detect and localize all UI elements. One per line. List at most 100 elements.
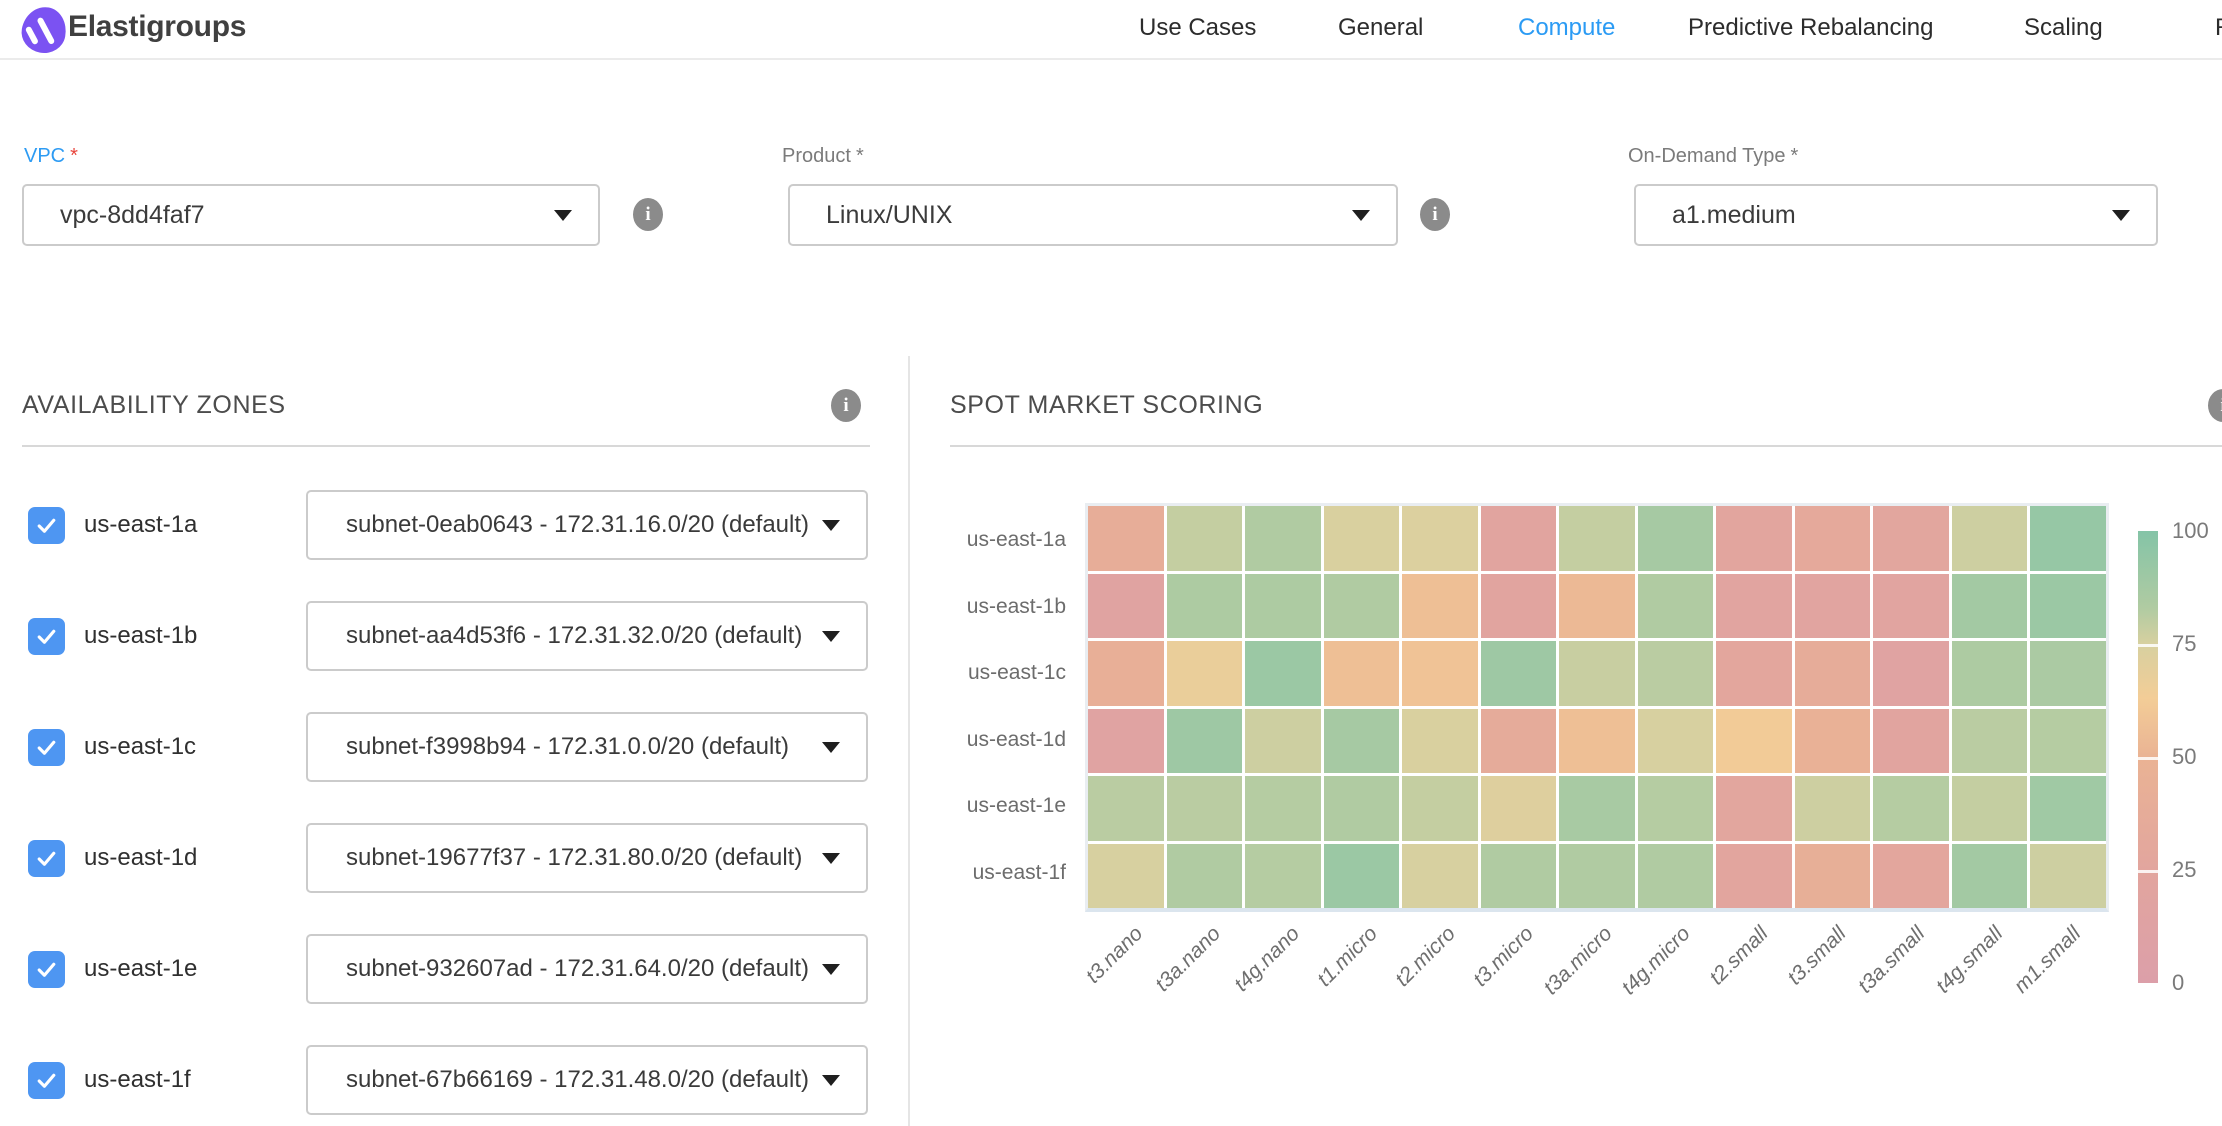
heatmap-cell-us-east-1e-t3a.micro: [1559, 776, 1635, 841]
heatmap-cell-us-east-1e-t4g.nano: [1245, 776, 1321, 841]
availability-zone-row: us-east-1f subnet-67b66169 - 172.31.48.0…: [0, 1045, 908, 1115]
heatmap-cell-us-east-1b-t2.small: [1716, 574, 1792, 639]
heatmap-cell-us-east-1e-t4g.micro: [1638, 776, 1714, 841]
product-info-icon[interactable]: i: [1420, 198, 1450, 231]
heatmap-cell-us-east-1c-t3.nano: [1088, 641, 1164, 706]
heatmap-cell-us-east-1b-t4g.small: [1952, 574, 2028, 639]
heatmap-col-label-t3a.small: t3a.small: [1854, 922, 1930, 998]
heatmap-row-label-us-east-1a: us-east-1a: [896, 527, 1066, 553]
heatmap-cell-us-east-1e-t3.micro: [1481, 776, 1557, 841]
heatmap-cell-us-east-1a-t4g.nano: [1245, 506, 1321, 571]
heatmap-cell-us-east-1f-t4g.small: [1952, 844, 2028, 909]
subnet-select[interactable]: subnet-f3998b94 - 172.31.0.0/20 (default…: [306, 712, 868, 782]
heatmap-cell-us-east-1f-t3a.micro: [1559, 844, 1635, 909]
heatmap-cell-us-east-1e-m1.small: [2030, 776, 2106, 841]
heatmap-colorbar: [2138, 531, 2158, 983]
heatmap-row-label-us-east-1b: us-east-1b: [896, 594, 1066, 620]
logo-slash-icon: [25, 26, 39, 46]
subnet-select[interactable]: subnet-67b66169 - 172.31.48.0/20 (defaul…: [306, 1045, 868, 1115]
checkmark-icon: [34, 846, 59, 871]
colorbar-tick-100: 100: [2172, 518, 2209, 544]
vpc-info-icon[interactable]: i: [633, 198, 663, 231]
heatmap-cell-us-east-1d-t3.nano: [1088, 709, 1164, 774]
heatmap-grid: [1088, 506, 2106, 908]
heatmap-cell-us-east-1d-t1.micro: [1324, 709, 1400, 774]
subnet-select[interactable]: subnet-0eab0643 - 172.31.16.0/20 (defaul…: [306, 490, 868, 560]
subnet-select-value: subnet-f3998b94 - 172.31.0.0/20 (default…: [346, 733, 822, 761]
tab-review[interactable]: Review: [2215, 0, 2222, 56]
heatmap-cell-us-east-1f-t3.small: [1795, 844, 1871, 909]
heatmap-cell-us-east-1a-t3a.nano: [1167, 506, 1243, 571]
colorbar-separator: [2138, 757, 2158, 760]
chevron-down-icon: [822, 1075, 840, 1086]
heatmap-cell-us-east-1b-t3.micro: [1481, 574, 1557, 639]
subnet-select[interactable]: subnet-aa4d53f6 - 172.31.32.0/20 (defaul…: [306, 601, 868, 671]
heatmap-cell-us-east-1d-t3a.small: [1873, 709, 1949, 774]
heatmap-cell-us-east-1d-m1.small: [2030, 709, 2106, 774]
zone-checkbox-us-east-1f[interactable]: [28, 1062, 65, 1099]
heatmap-cell-us-east-1d-t2.micro: [1402, 709, 1478, 774]
heatmap-cell-us-east-1f-t1.micro: [1324, 844, 1400, 909]
colorbar-tick-50: 50: [2172, 744, 2196, 770]
vpc-field-label: VPC*: [24, 145, 78, 168]
heatmap-col-label-t2.small: t2.small: [1705, 922, 1773, 990]
subnet-select[interactable]: subnet-19677f37 - 172.31.80.0/20 (defaul…: [306, 823, 868, 893]
heatmap-cell-us-east-1a-t2.micro: [1402, 506, 1478, 571]
heatmap-cell-us-east-1a-t3a.small: [1873, 506, 1949, 571]
tab-predictive-rebalancing[interactable]: Predictive Rebalancing: [1688, 0, 1933, 56]
availability-zone-row: us-east-1b subnet-aa4d53f6 - 172.31.32.0…: [0, 601, 908, 671]
heatmap-cell-us-east-1f-t2.micro: [1402, 844, 1478, 909]
chevron-down-icon: [1352, 210, 1370, 221]
heatmap-cell-us-east-1e-t3.small: [1795, 776, 1871, 841]
heatmap-cell-us-east-1b-t1.micro: [1324, 574, 1400, 639]
heatmap-cell-us-east-1b-t3a.small: [1873, 574, 1949, 639]
heatmap-cell-us-east-1f-t3a.nano: [1167, 844, 1243, 909]
heatmap-cell-us-east-1f-t3a.small: [1873, 844, 1949, 909]
heatmap-cell-us-east-1a-t3.small: [1795, 506, 1871, 571]
heatmap-col-label-t3.nano: t3.nano: [1081, 922, 1148, 989]
colorbar-tick-25: 25: [2172, 857, 2196, 883]
tab-compute[interactable]: Compute: [1518, 0, 1615, 56]
heatmap-cell-us-east-1c-t2.small: [1716, 641, 1792, 706]
checkmark-icon: [34, 513, 59, 538]
heatmap-cell-us-east-1a-t4g.micro: [1638, 506, 1714, 571]
heatmap-cell-us-east-1a-t1.micro: [1324, 506, 1400, 571]
zone-checkbox-us-east-1a[interactable]: [28, 507, 65, 544]
top-header-bar: Elastigroups Use Cases General Compute Pred…: [0, 0, 2222, 60]
heatmap-row-label-us-east-1d: us-east-1d: [896, 727, 1066, 753]
heatmap-cell-us-east-1a-t3.nano: [1088, 506, 1164, 571]
zone-name-label: us-east-1c: [84, 712, 196, 782]
checkmark-icon: [34, 735, 59, 760]
heatmap-cell-us-east-1c-t3.micro: [1481, 641, 1557, 706]
tab-general[interactable]: General: [1338, 0, 1423, 56]
availability-zones-info-icon[interactable]: i: [831, 389, 861, 422]
heatmap-cell-us-east-1e-t3a.small: [1873, 776, 1949, 841]
zone-name-label: us-east-1d: [84, 823, 197, 893]
tab-use-cases[interactable]: Use Cases: [1139, 0, 1256, 56]
heatmap-cell-us-east-1d-t3a.micro: [1559, 709, 1635, 774]
on-demand-type-select[interactable]: a1.medium: [1634, 184, 2158, 246]
zone-checkbox-us-east-1c[interactable]: [28, 729, 65, 766]
heatmap-col-label-t3a.nano: t3a.nano: [1151, 922, 1226, 997]
heatmap-cell-us-east-1c-t3a.micro: [1559, 641, 1635, 706]
colorbar-tick-0: 0: [2172, 970, 2184, 996]
vpc-select[interactable]: vpc-8dd4faf7: [22, 184, 600, 246]
subnet-select-value: subnet-aa4d53f6 - 172.31.32.0/20 (defaul…: [346, 622, 822, 650]
tab-scaling[interactable]: Scaling: [2024, 0, 2103, 56]
heatmap-cell-us-east-1b-t3.nano: [1088, 574, 1164, 639]
chevron-down-icon: [554, 210, 572, 221]
subnet-select[interactable]: subnet-932607ad - 172.31.64.0/20 (defaul…: [306, 934, 868, 1004]
zone-checkbox-us-east-1b[interactable]: [28, 618, 65, 655]
checkmark-icon: [34, 957, 59, 982]
page-title: Elastigroups: [68, 10, 246, 44]
zone-checkbox-us-east-1d[interactable]: [28, 840, 65, 877]
availability-zone-row: us-east-1e subnet-932607ad - 172.31.64.0…: [0, 934, 908, 1004]
spot-market-scoring-info-icon[interactable]: i: [2208, 389, 2222, 422]
zone-checkbox-us-east-1e[interactable]: [28, 951, 65, 988]
heatmap-cell-us-east-1a-t3a.micro: [1559, 506, 1635, 571]
availability-zones-section-title: AVAILABILITY ZONES: [22, 391, 286, 420]
heatmap-cell-us-east-1a-t4g.small: [1952, 506, 2028, 571]
product-select[interactable]: Linux/UNIX: [788, 184, 1398, 246]
vpc-select-value: vpc-8dd4faf7: [60, 201, 554, 230]
availability-zone-row: us-east-1c subnet-f3998b94 - 172.31.0.0/…: [0, 712, 908, 782]
